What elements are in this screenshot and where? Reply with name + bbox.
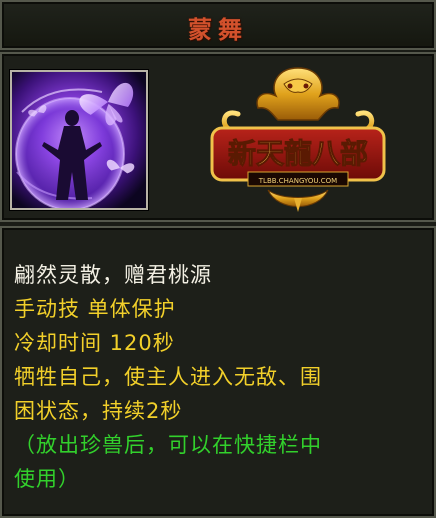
logo-subtext: TLBB.CHANGYOU.COM xyxy=(258,177,337,185)
effect-line-2: 困状态，持续2秒 xyxy=(14,399,183,423)
skill-name-line: 翩然灵散，赠君桃源 xyxy=(14,263,212,287)
logo-title: 新天龍八部 xyxy=(228,137,368,170)
skill-icon-frame[interactable] xyxy=(10,70,148,210)
skill-tooltip: 蒙舞 新天龍八部 TLBB.CHANGYOU.COM 翩然灵散，赠君桃源 手动技… xyxy=(0,0,436,518)
cooldown-line: 冷却时间 120秒 xyxy=(14,331,175,355)
skill-title: 蒙舞 xyxy=(188,16,248,44)
skill-description: 翩然灵散，赠君桃源 手动技 单体保护 冷却时间 120秒 牺牲自己，使主人进入无… xyxy=(14,258,424,496)
game-logo: 新天龍八部 TLBB.CHANGYOU.COM xyxy=(210,67,386,212)
description-panel: 翩然灵散，赠君桃源 手动技 单体保护 冷却时间 120秒 牺牲自己，使主人进入无… xyxy=(0,226,436,518)
skill-type-line: 手动技 单体保护 xyxy=(14,297,176,321)
effect-line-1: 牺牲自己，使主人进入无敌、围 xyxy=(14,365,322,389)
hint-line-2: 使用） xyxy=(14,467,80,491)
butterfly-spirit-icon xyxy=(12,72,146,208)
hint-line-1: （放出珍兽后，可以在快捷栏中 xyxy=(14,433,322,457)
title-bar: 蒙舞 xyxy=(0,0,436,50)
